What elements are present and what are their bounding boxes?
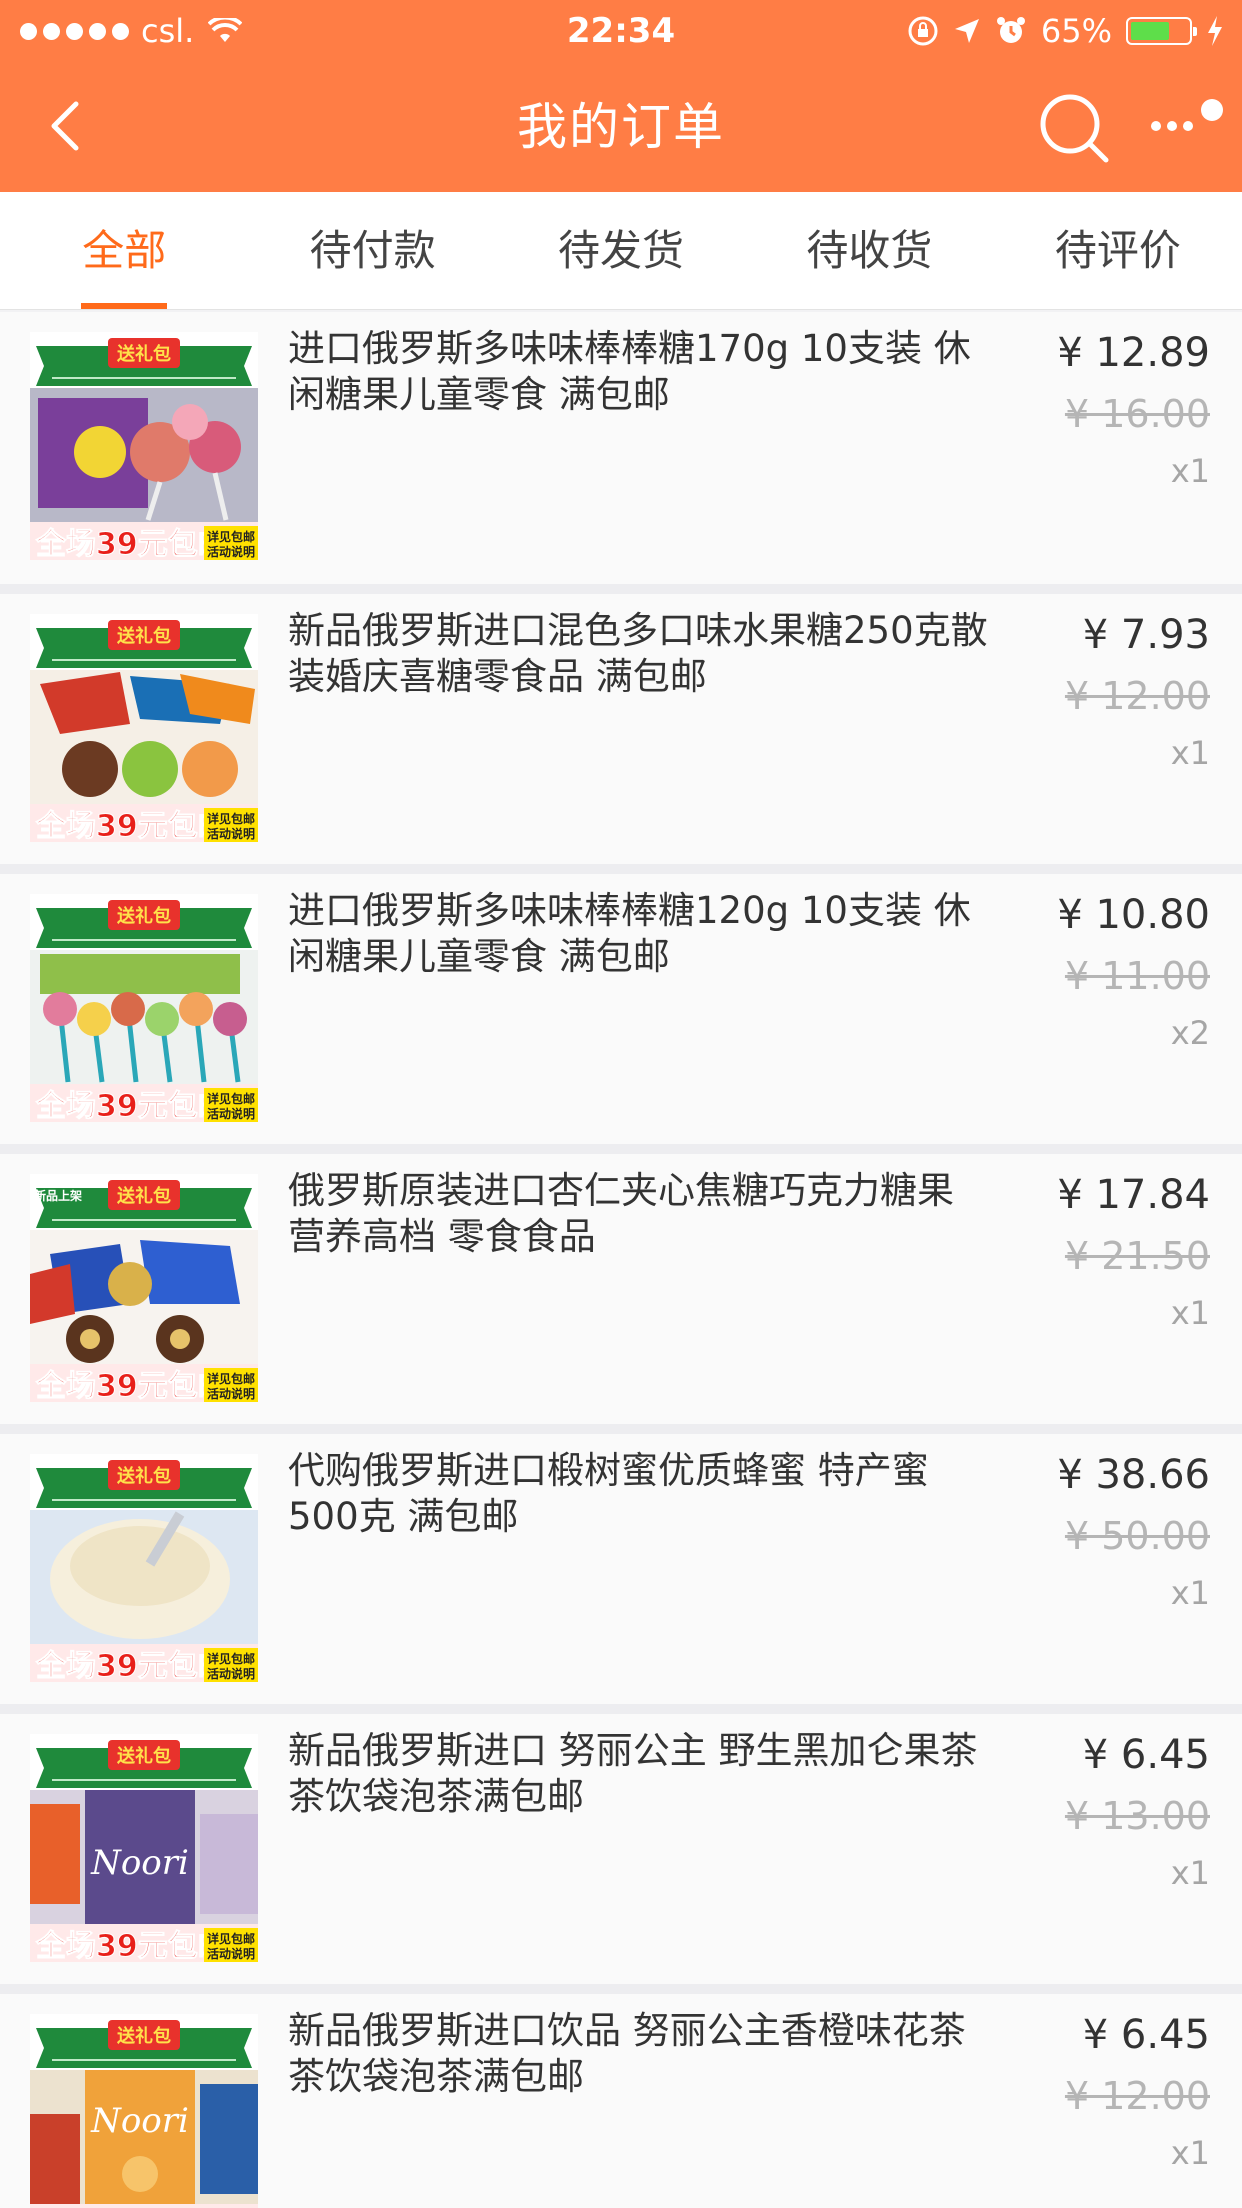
- product-price: ¥ 17.84: [1057, 1172, 1210, 1218]
- order-list: 送礼包 全场39元包邮 详见包邮 活动说明 进口俄罗斯多味味棒棒糖170g 10…: [0, 312, 1242, 2208]
- search-icon[interactable]: [1038, 92, 1112, 166]
- tab-pending-payment[interactable]: 待付款: [248, 192, 496, 309]
- product-quantity: x1: [1170, 1854, 1210, 1892]
- product-quantity: x1: [1170, 2134, 1210, 2172]
- product-name[interactable]: 新品俄罗斯进口混色多口味水果糖250克散装婚庆喜糖零食品 满包邮: [288, 608, 988, 700]
- status-right: 65%: [907, 0, 1224, 62]
- svg-text:活动说明: 活动说明: [207, 1106, 255, 1121]
- product-quantity: x1: [1170, 1294, 1210, 1332]
- product-thumbnail[interactable]: 送礼包 全场39元包邮 详见包邮 活动说明: [30, 332, 258, 560]
- product-quantity: x1: [1170, 452, 1210, 490]
- product-name[interactable]: 进口俄罗斯多味味棒棒糖120g 10支装 休闲糖果儿童零食 满包邮: [288, 888, 988, 980]
- svg-text:送礼包: 送礼包: [116, 1465, 171, 1487]
- product-price: ¥ 10.80: [1057, 892, 1210, 938]
- list-separator: [0, 1984, 1242, 1994]
- product-price: ¥ 6.45: [1082, 1732, 1210, 1778]
- list-separator: [0, 1424, 1242, 1434]
- svg-text:详见包邮: 详见包邮: [207, 1371, 255, 1386]
- product-price: ¥ 38.66: [1057, 1452, 1210, 1498]
- svg-text:送礼包: 送礼包: [116, 625, 171, 647]
- svg-text:Noori: Noori: [90, 1843, 189, 1883]
- battery-icon: [1126, 17, 1197, 45]
- order-item[interactable]: 送礼包 全场39元包邮 详见包邮 活动说明 代购俄罗斯进口椴树蜜优质蜂蜜 特产蜜…: [0, 1434, 1242, 1704]
- top-bar: csl. 22:34 65% 我的订单: [0, 0, 1242, 192]
- product-original-price: ¥ 12.00: [1064, 2074, 1210, 2118]
- svg-text:全场39元包邮: 全场39元包邮: [35, 1089, 228, 1122]
- svg-text:送礼包: 送礼包: [116, 1745, 171, 1767]
- product-original-price: ¥ 11.00: [1064, 954, 1210, 998]
- product-name[interactable]: 新品俄罗斯进口 努丽公主 野生黑加仑果茶 茶饮袋泡茶满包邮: [288, 1728, 988, 1820]
- order-item[interactable]: 送礼包 Noori 全场39元包邮 详见包邮 活动说明 新品俄罗斯进口 努丽公主…: [0, 1714, 1242, 1984]
- alarm-icon: [996, 17, 1025, 43]
- svg-text:全场39元包邮: 全场39元包邮: [35, 1649, 228, 1682]
- svg-text:活动说明: 活动说明: [207, 1386, 255, 1401]
- product-quantity: x1: [1170, 1574, 1210, 1612]
- svg-text:活动说明: 活动说明: [207, 1946, 255, 1961]
- svg-text:活动说明: 活动说明: [207, 544, 255, 559]
- list-separator: [0, 584, 1242, 594]
- product-name[interactable]: 俄罗斯原装进口杏仁夹心焦糖巧克力糖果 营养高档 零食食品: [288, 1168, 988, 1260]
- svg-text:全场39元包邮: 全场39元包邮: [35, 1369, 228, 1402]
- product-thumbnail[interactable]: 送礼包 全场39元包邮 详见包邮 活动说明: [30, 894, 258, 1122]
- order-item[interactable]: 送礼包 新品上架 全场39元包邮 详见包邮 活动说明 俄罗斯原装进口杏仁夹心焦糖…: [0, 1154, 1242, 1424]
- product-price: ¥ 7.93: [1082, 612, 1210, 658]
- svg-text:活动说明: 活动说明: [207, 826, 255, 841]
- product-thumbnail[interactable]: 送礼包 全场39元包邮 详见包邮 活动说明: [30, 1454, 258, 1682]
- product-original-price: ¥ 50.00: [1064, 1514, 1210, 1558]
- svg-text:详见包邮: 详见包邮: [207, 1091, 255, 1106]
- tab-all[interactable]: 全部: [0, 192, 248, 309]
- order-item[interactable]: 送礼包 全场39元包邮 详见包邮 活动说明 新品俄罗斯进口混色多口味水果糖250…: [0, 594, 1242, 864]
- order-tabs: 全部 待付款 待发货 待收货 待评价: [0, 192, 1242, 310]
- product-original-price: ¥ 12.00: [1064, 674, 1210, 718]
- svg-text:详见包邮: 详见包邮: [207, 1651, 255, 1666]
- order-item[interactable]: 送礼包 全场39元包邮 详见包邮 活动说明 进口俄罗斯多味味棒棒糖170g 10…: [0, 312, 1242, 584]
- svg-text:详见包邮: 详见包邮: [207, 1931, 255, 1946]
- product-name[interactable]: 代购俄罗斯进口椴树蜜优质蜂蜜 特产蜜500克 满包邮: [288, 1448, 988, 1540]
- svg-text:送礼包: 送礼包: [116, 905, 171, 927]
- svg-text:送礼包: 送礼包: [116, 2025, 171, 2047]
- location-icon: [954, 19, 979, 43]
- list-separator: [0, 1704, 1242, 1714]
- product-price: ¥ 6.45: [1082, 2012, 1210, 2058]
- product-name[interactable]: 新品俄罗斯进口饮品 努丽公主香橙味花茶茶饮袋泡茶满包邮: [288, 2008, 988, 2100]
- product-original-price: ¥ 13.00: [1064, 1794, 1210, 1838]
- svg-text:送礼包: 送礼包: [116, 1185, 171, 1207]
- battery-percent: 65%: [1040, 12, 1112, 50]
- svg-text:Noori: Noori: [90, 2101, 189, 2141]
- product-price: ¥ 12.89: [1057, 330, 1210, 376]
- svg-text:详见包邮: 详见包邮: [207, 811, 255, 826]
- svg-text:详见包邮: 详见包邮: [207, 529, 255, 544]
- svg-text:送礼包: 送礼包: [116, 343, 171, 365]
- product-thumbnail[interactable]: 送礼包 全场39元包邮 详见包邮 活动说明: [30, 614, 258, 842]
- orientation-lock-icon: [908, 16, 938, 46]
- list-separator: [0, 864, 1242, 874]
- svg-text:新品上架: 新品上架: [34, 1188, 82, 1203]
- svg-text:全场39元包邮: 全场39元包邮: [35, 809, 228, 842]
- status-bar: csl. 22:34 65%: [0, 0, 1242, 62]
- more-icon[interactable]: [1148, 98, 1228, 148]
- tab-pending-shipment[interactable]: 待发货: [497, 192, 745, 309]
- product-quantity: x2: [1170, 1014, 1210, 1052]
- product-name[interactable]: 进口俄罗斯多味味棒棒糖170g 10支装 休闲糖果儿童零食 满包邮: [288, 326, 988, 418]
- list-separator: [0, 1144, 1242, 1154]
- order-item[interactable]: 送礼包 全场39元包邮 详见包邮 活动说明 进口俄罗斯多味味棒棒糖120g 10…: [0, 874, 1242, 1144]
- product-thumbnail[interactable]: 送礼包 新品上架 全场39元包邮 详见包邮 活动说明: [30, 1174, 258, 1402]
- order-item[interactable]: 送礼包 Noori 全场39元包邮 详见包邮 活动说明 新品俄罗斯进口饮品 努丽…: [0, 1994, 1242, 2208]
- product-original-price: ¥ 16.00: [1064, 392, 1210, 436]
- svg-text:全场39元包邮: 全场39元包邮: [35, 527, 228, 560]
- nav-header: 我的订单: [0, 62, 1242, 192]
- svg-text:活动说明: 活动说明: [207, 1666, 255, 1681]
- tab-pending-review[interactable]: 待评价: [994, 192, 1242, 309]
- charging-icon: [1208, 16, 1222, 46]
- product-quantity: x1: [1170, 734, 1210, 772]
- product-thumbnail[interactable]: 送礼包 Noori 全场39元包邮 详见包邮 活动说明: [30, 2014, 258, 2208]
- product-thumbnail[interactable]: 送礼包 Noori 全场39元包邮 详见包邮 活动说明: [30, 1734, 258, 1962]
- product-original-price: ¥ 21.50: [1064, 1234, 1210, 1278]
- svg-text:全场39元包邮: 全场39元包邮: [35, 1929, 228, 1962]
- tab-pending-receipt[interactable]: 待收货: [745, 192, 993, 309]
